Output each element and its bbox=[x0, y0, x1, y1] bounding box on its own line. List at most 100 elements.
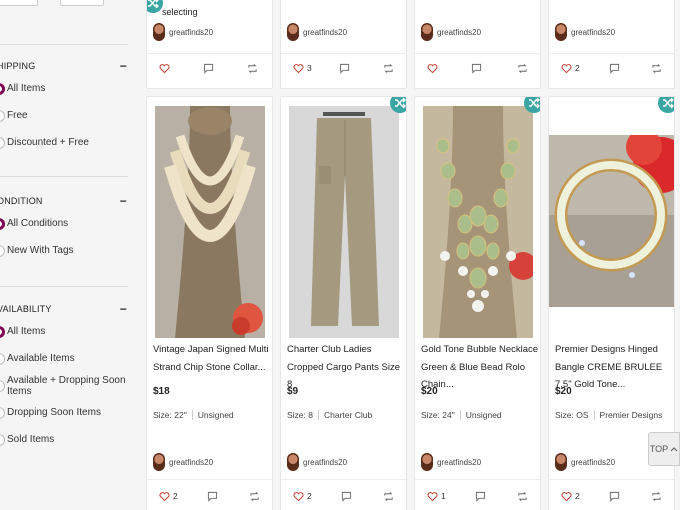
like-button[interactable]: 3 bbox=[293, 63, 312, 73]
listing-size: Size: 24" bbox=[421, 410, 455, 420]
avatar[interactable] bbox=[153, 23, 165, 41]
availability-option-all[interactable]: All Items bbox=[0, 318, 132, 345]
listing-card[interactable]: Gold Tone Bubble Necklace Green & Blue B… bbox=[414, 96, 541, 510]
seller-name[interactable]: greatfinds20 bbox=[303, 28, 347, 37]
share-button[interactable] bbox=[651, 63, 662, 74]
collapse-icon[interactable]: − bbox=[120, 194, 132, 208]
listing-title[interactable]: Gold Tone Bubble Necklace Green & Blue B… bbox=[421, 341, 539, 394]
seller-name[interactable]: greatfinds20 bbox=[169, 458, 213, 467]
listing-image[interactable] bbox=[549, 135, 674, 307]
card-actions: 2 bbox=[549, 491, 674, 510]
share-button[interactable] bbox=[247, 63, 258, 74]
shipping-option-discounted-free[interactable]: Discounted + Free bbox=[0, 129, 132, 156]
comment-button[interactable] bbox=[341, 491, 352, 502]
listing-title[interactable]: Premier Designs Hinged Bangle CREME BRUL… bbox=[555, 341, 673, 394]
collapse-icon[interactable]: − bbox=[120, 302, 132, 316]
availability-option-dropping[interactable]: Dropping Soon Items bbox=[0, 399, 132, 426]
share-button[interactable] bbox=[517, 491, 528, 502]
like-button[interactable] bbox=[159, 63, 173, 73]
like-button[interactable]: 2 bbox=[561, 491, 580, 501]
listing-title[interactable]: Charter Club Ladies Cropped Cargo Pants … bbox=[287, 341, 405, 394]
comment-icon bbox=[475, 491, 486, 502]
shuffle-icon[interactable] bbox=[390, 97, 406, 113]
comment-button[interactable] bbox=[207, 491, 218, 502]
back-to-top-button[interactable]: TOP bbox=[648, 432, 680, 466]
seller-info[interactable]: greatfinds20 bbox=[153, 23, 213, 41]
comment-icon bbox=[207, 491, 218, 502]
seller-info[interactable]: greatfinds20 bbox=[287, 23, 347, 41]
share-button[interactable] bbox=[383, 491, 394, 502]
like-button[interactable] bbox=[427, 63, 441, 73]
shipping-filter: HIPPING − All Items Free Discounted + Fr… bbox=[0, 59, 132, 156]
like-button[interactable]: 1 bbox=[427, 491, 446, 501]
listing-card[interactable]: selecting greatfinds20 bbox=[146, 0, 273, 89]
like-button[interactable]: 2 bbox=[159, 491, 178, 501]
share-button[interactable] bbox=[249, 491, 260, 502]
comment-button[interactable] bbox=[609, 491, 620, 502]
shuffle-icon[interactable] bbox=[658, 97, 674, 113]
avatar[interactable] bbox=[287, 453, 299, 471]
shipping-filter-header[interactable]: HIPPING − bbox=[0, 59, 132, 73]
like-button[interactable]: 2 bbox=[293, 491, 312, 501]
share-button[interactable] bbox=[383, 63, 394, 74]
listing-image[interactable] bbox=[155, 106, 265, 338]
like-button[interactable]: 2 bbox=[561, 63, 580, 73]
availability-option-available[interactable]: Available Items bbox=[0, 345, 132, 372]
listing-brand[interactable]: Charter Club bbox=[324, 410, 372, 420]
comment-button[interactable] bbox=[471, 63, 482, 74]
seller-info[interactable]: greatfinds20 bbox=[421, 23, 481, 41]
listing-card[interactable]: greatfinds20 2 bbox=[548, 0, 675, 89]
listing-brand[interactable]: Unsigned bbox=[466, 410, 502, 420]
seller-info[interactable]: greatfinds20 bbox=[421, 453, 481, 471]
seller-name[interactable]: greatfinds20 bbox=[169, 28, 213, 37]
availability-option-available-dropping[interactable]: Available + Dropping Soon Items bbox=[0, 372, 132, 399]
share-button[interactable] bbox=[517, 63, 528, 74]
shuffle-icon[interactable] bbox=[524, 97, 540, 113]
avatar[interactable] bbox=[555, 23, 567, 41]
sidebar-top-button-1[interactable] bbox=[0, 0, 38, 6]
listing-card[interactable]: Vintage Japan Signed Multi Strand Chip S… bbox=[146, 96, 273, 510]
seller-info[interactable]: greatfinds20 bbox=[287, 453, 347, 471]
comment-button[interactable] bbox=[475, 491, 486, 502]
seller-name[interactable]: greatfinds20 bbox=[303, 458, 347, 467]
seller-info[interactable]: greatfinds20 bbox=[153, 453, 213, 471]
condition-option-all[interactable]: All Conditions bbox=[0, 210, 132, 237]
avatar[interactable] bbox=[555, 453, 567, 471]
shuffle-icon[interactable] bbox=[147, 0, 163, 13]
condition-filter: ONDITION − All Conditions New With Tags bbox=[0, 194, 132, 264]
card-actions: 2 bbox=[549, 63, 674, 83]
avatar[interactable] bbox=[421, 453, 433, 471]
heart-icon bbox=[427, 492, 438, 501]
shipping-option-free[interactable]: Free bbox=[0, 102, 132, 129]
listing-image[interactable] bbox=[423, 106, 533, 338]
avatar[interactable] bbox=[153, 453, 165, 471]
seller-info[interactable]: greatfinds20 bbox=[555, 453, 615, 471]
share-button[interactable] bbox=[651, 491, 662, 502]
seller-name[interactable]: greatfinds20 bbox=[437, 458, 481, 467]
condition-filter-header[interactable]: ONDITION − bbox=[0, 194, 132, 208]
sidebar-top-button-2[interactable] bbox=[60, 0, 104, 6]
seller-name[interactable]: greatfinds20 bbox=[437, 28, 481, 37]
seller-name[interactable]: greatfinds20 bbox=[571, 458, 615, 467]
comment-button[interactable] bbox=[203, 63, 214, 74]
collapse-icon[interactable]: − bbox=[120, 59, 132, 73]
listing-card[interactable]: greatfinds20 3 bbox=[280, 0, 407, 89]
shipping-option-all-items[interactable]: All Items bbox=[0, 75, 132, 102]
seller-info[interactable]: greatfinds20 bbox=[555, 23, 615, 41]
radio-icon bbox=[0, 136, 5, 149]
listing-card[interactable]: greatfinds20 bbox=[414, 0, 541, 89]
listing-brand[interactable]: Unsigned bbox=[198, 410, 234, 420]
availability-option-sold[interactable]: Sold Items bbox=[0, 426, 132, 453]
condition-option-nwt[interactable]: New With Tags bbox=[0, 237, 132, 264]
listing-title[interactable]: Vintage Japan Signed Multi Strand Chip S… bbox=[153, 341, 271, 376]
avatar[interactable] bbox=[421, 23, 433, 41]
seller-name[interactable]: greatfinds20 bbox=[571, 28, 615, 37]
comment-button[interactable] bbox=[609, 63, 620, 74]
divider bbox=[415, 479, 540, 480]
listing-image[interactable] bbox=[289, 106, 399, 338]
comment-button[interactable] bbox=[339, 63, 350, 74]
listing-brand[interactable]: Premier Designs bbox=[600, 410, 663, 420]
availability-filter-header[interactable]: VAILABILITY − bbox=[0, 302, 132, 316]
listing-card[interactable]: Charter Club Ladies Cropped Cargo Pants … bbox=[280, 96, 407, 510]
avatar[interactable] bbox=[287, 23, 299, 41]
